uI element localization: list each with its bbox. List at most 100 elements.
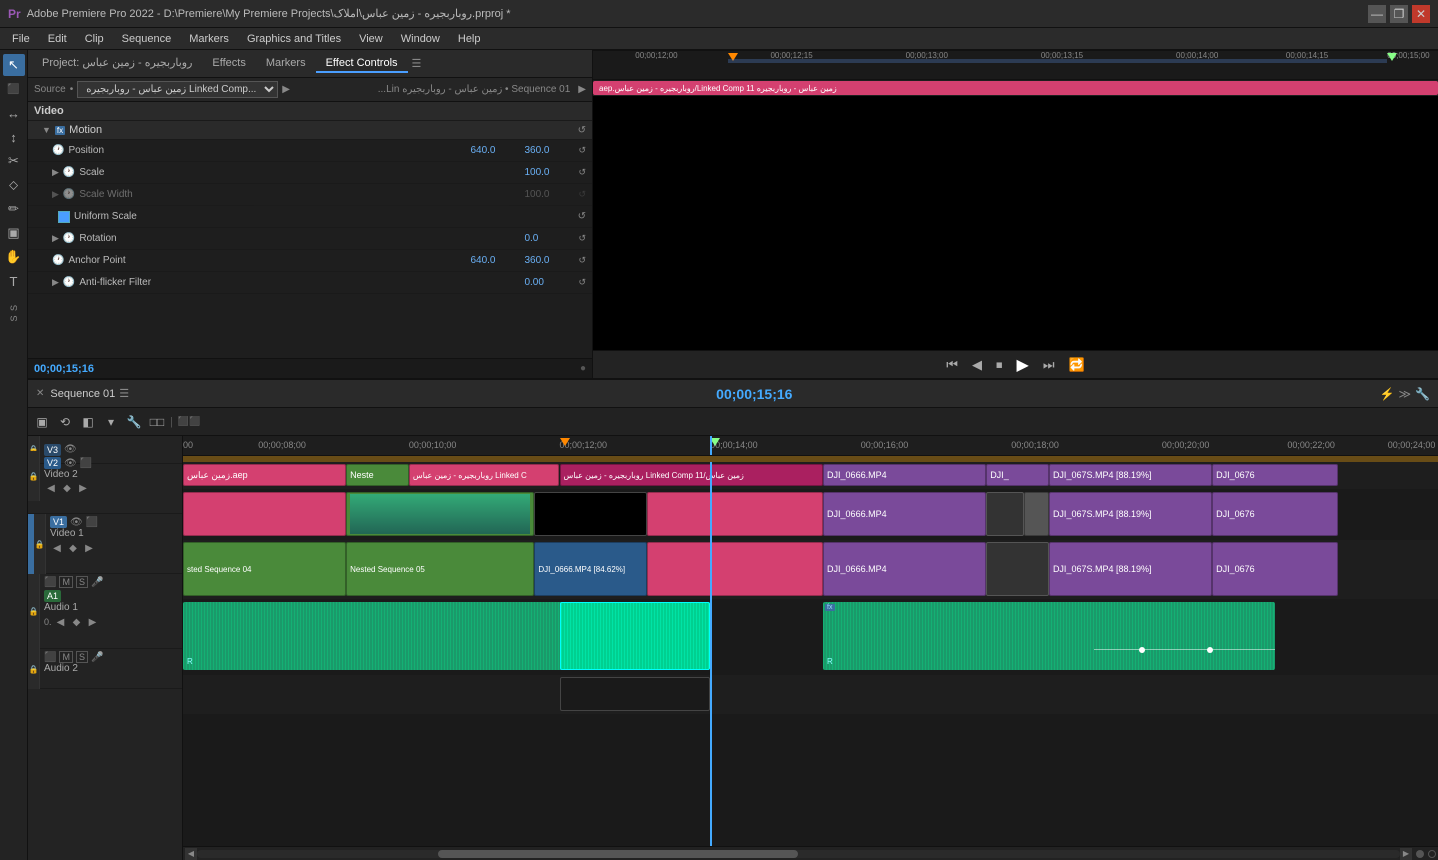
src-play[interactable]: ▶ [1013, 353, 1033, 377]
v1-clip-4[interactable] [647, 542, 823, 596]
ec-anchor-y[interactable]: 360.0 [524, 255, 574, 266]
tool-type[interactable]: T [3, 270, 25, 292]
v1-add-btn[interactable]: ◆ [66, 541, 80, 555]
menu-help[interactable]: Help [450, 31, 489, 47]
tl-snap[interactable]: ⟲ [55, 412, 75, 432]
timeline-horizontal-scrollbar[interactable]: ◀ ▶ [183, 846, 1438, 860]
a1-lock[interactable]: 🔒 [28, 574, 40, 649]
ec-stopwatch-af[interactable]: 🕐 [63, 277, 75, 288]
tl-settings[interactable]: 🔧 [124, 412, 144, 432]
v2-clip-3[interactable] [534, 492, 647, 536]
ec-reset-anchor[interactable]: ↺ [578, 255, 586, 266]
a2-m-btn[interactable]: M [59, 651, 73, 663]
menu-clip[interactable]: Clip [77, 31, 112, 47]
tl-linked-sel[interactable]: ◧ [78, 412, 98, 432]
sequence-tab[interactable]: Sequence 01 ☰ [50, 387, 129, 400]
ec-stopwatch-rot[interactable]: 🕐 [63, 233, 75, 244]
ec-position-x[interactable]: 640.0 [470, 145, 520, 156]
v1-prev-btn[interactable]: ◀ [50, 541, 64, 555]
a1-m-btn[interactable]: M [59, 576, 73, 588]
scroll-right-btn[interactable]: ▶ [1400, 848, 1412, 860]
seq-menu-icon[interactable]: ☰ [119, 387, 129, 400]
v1-clip-1[interactable]: sted Sequence 04 [183, 542, 346, 596]
src-step-back[interactable]: ⏮ [942, 355, 962, 375]
menu-markers[interactable]: Markers [181, 31, 237, 47]
scroll-left-btn[interactable]: ◀ [185, 848, 197, 860]
tab-effects[interactable]: Effects [202, 55, 255, 73]
tl-wrench-icon[interactable]: 🔧 [1415, 387, 1430, 401]
v3-clip-4[interactable]: روباربجیره - زمین عباس Linked Comp 11/زم… [560, 464, 824, 486]
ec-source-select[interactable]: زمین عباس - روباربجیره Linked Comp... [77, 81, 278, 98]
a2-s-btn[interactable]: S [76, 651, 88, 663]
v2-clip-1[interactable] [183, 492, 346, 536]
v2-clip-9[interactable]: DJI_0676 [1212, 492, 1338, 536]
v1-clip-6[interactable] [986, 542, 1049, 596]
maximize-button[interactable]: ❐ [1390, 5, 1408, 23]
v1-clip-2[interactable]: Nested Sequence 05 [346, 542, 534, 596]
v3-clip-6[interactable]: DJI_ [986, 464, 1049, 486]
ec-reset-scale[interactable]: ↺ [578, 167, 586, 178]
ec-uniform-scale-checkbox[interactable] [58, 211, 70, 223]
v1-eye[interactable]: 👁 [70, 517, 83, 528]
ec-chevron-motion[interactable]: ▼ [42, 125, 51, 135]
tl-panels[interactable]: □□ [147, 412, 167, 432]
a1-prev-btn[interactable]: ◀ [54, 615, 68, 629]
minimize-button[interactable]: — [1368, 5, 1386, 23]
ec-panel-arrow[interactable]: ▶ [578, 84, 586, 95]
src-out-marker[interactable] [1387, 53, 1397, 61]
tab-markers[interactable]: Markers [256, 55, 316, 73]
close-button[interactable]: ✕ [1412, 5, 1430, 23]
v3-clip-3[interactable]: روباربجیره - زمین عباس Linked C [409, 464, 560, 486]
ec-rotation-value[interactable]: 0.0 [524, 233, 574, 244]
source-clip-bar[interactable]: زمین عباس - روباربجیره Linked Comp 11/رو… [593, 80, 1438, 96]
v1-clip-3[interactable]: DJI_0666.MP4 [84.62%] [534, 542, 647, 596]
v2-eye[interactable]: 👁 [64, 458, 77, 469]
menu-graphics[interactable]: Graphics and Titles [239, 31, 349, 47]
v2-clip-6[interactable] [986, 492, 1024, 536]
v2-next-btn[interactable]: ▶ [76, 481, 90, 495]
panel-menu-icon[interactable]: ☰ [412, 57, 422, 70]
ec-reset-us[interactable]: ↺ [578, 211, 586, 222]
v2-lock[interactable]: 🔒 [28, 451, 40, 501]
src-stop[interactable]: ⏹ [992, 355, 1007, 375]
scroll-thumb[interactable] [438, 850, 799, 858]
a1-s-btn[interactable]: S [76, 576, 88, 588]
tl-tc-display[interactable]: ⬛⬛ [176, 412, 202, 432]
tl-add-track[interactable]: ▾ [101, 412, 121, 432]
ec-chevron-af[interactable]: ▶ [52, 277, 59, 288]
tool-razor[interactable]: ✂ [3, 150, 25, 172]
tool-rate-stretch[interactable]: ↕ [3, 126, 25, 148]
ec-reset-position[interactable]: ↺ [578, 145, 586, 156]
ec-motion-label[interactable]: Motion [69, 124, 102, 136]
ruler-in-marker[interactable] [560, 438, 570, 446]
src-play-back[interactable]: ◀ [968, 355, 986, 375]
v1-lock[interactable]: 🔒 [34, 514, 46, 574]
tl-add-marker[interactable]: ▣ [32, 412, 52, 432]
tab-effect-controls[interactable]: Effect Controls [316, 55, 408, 73]
sequence-close-btn[interactable]: ✕ [36, 388, 44, 399]
a1-audio-clip-highlight[interactable] [560, 602, 711, 670]
timeline-timecode[interactable]: 00;00;15;16 [716, 386, 792, 402]
ec-scale-value[interactable]: 100.0 [524, 167, 574, 178]
tab-project[interactable]: Project: روباربجیره - زمین عباس [32, 54, 202, 73]
a1-audio-clip-right[interactable]: R fx [823, 602, 1275, 670]
menu-edit[interactable]: Edit [40, 31, 75, 47]
src-step-fwd[interactable]: ⏭ [1039, 355, 1059, 375]
menu-window[interactable]: Window [393, 31, 448, 47]
ec-reset-motion[interactable]: ↺ [578, 125, 586, 136]
menu-file[interactable]: File [4, 31, 38, 47]
a1-add-btn[interactable]: ◆ [70, 615, 84, 629]
a1-next-btn[interactable]: ▶ [86, 615, 100, 629]
ec-chevron-scale[interactable]: ▶ [52, 167, 59, 178]
v2-prev-btn[interactable]: ◀ [44, 481, 58, 495]
ec-reset-af[interactable]: ↺ [578, 277, 586, 288]
v1-clip-8[interactable]: DJI_0676 [1212, 542, 1338, 596]
v2-add-btn[interactable]: ◆ [60, 481, 74, 495]
menu-sequence[interactable]: Sequence [114, 31, 180, 47]
v2-clip-8[interactable]: DJI_067S.MP4 [88.19%] [1049, 492, 1212, 536]
timeline-ruler[interactable]: 00 00;00;08;00 00;00;10;00 00;00;12;00 0… [183, 436, 1438, 456]
tool-track-select[interactable]: ⬛ [3, 78, 25, 100]
v1-clip-7[interactable]: DJI_067S.MP4 [88.19%] [1049, 542, 1212, 596]
ec-position-y[interactable]: 360.0 [524, 145, 574, 156]
v2-clip-2[interactable] [346, 492, 534, 536]
